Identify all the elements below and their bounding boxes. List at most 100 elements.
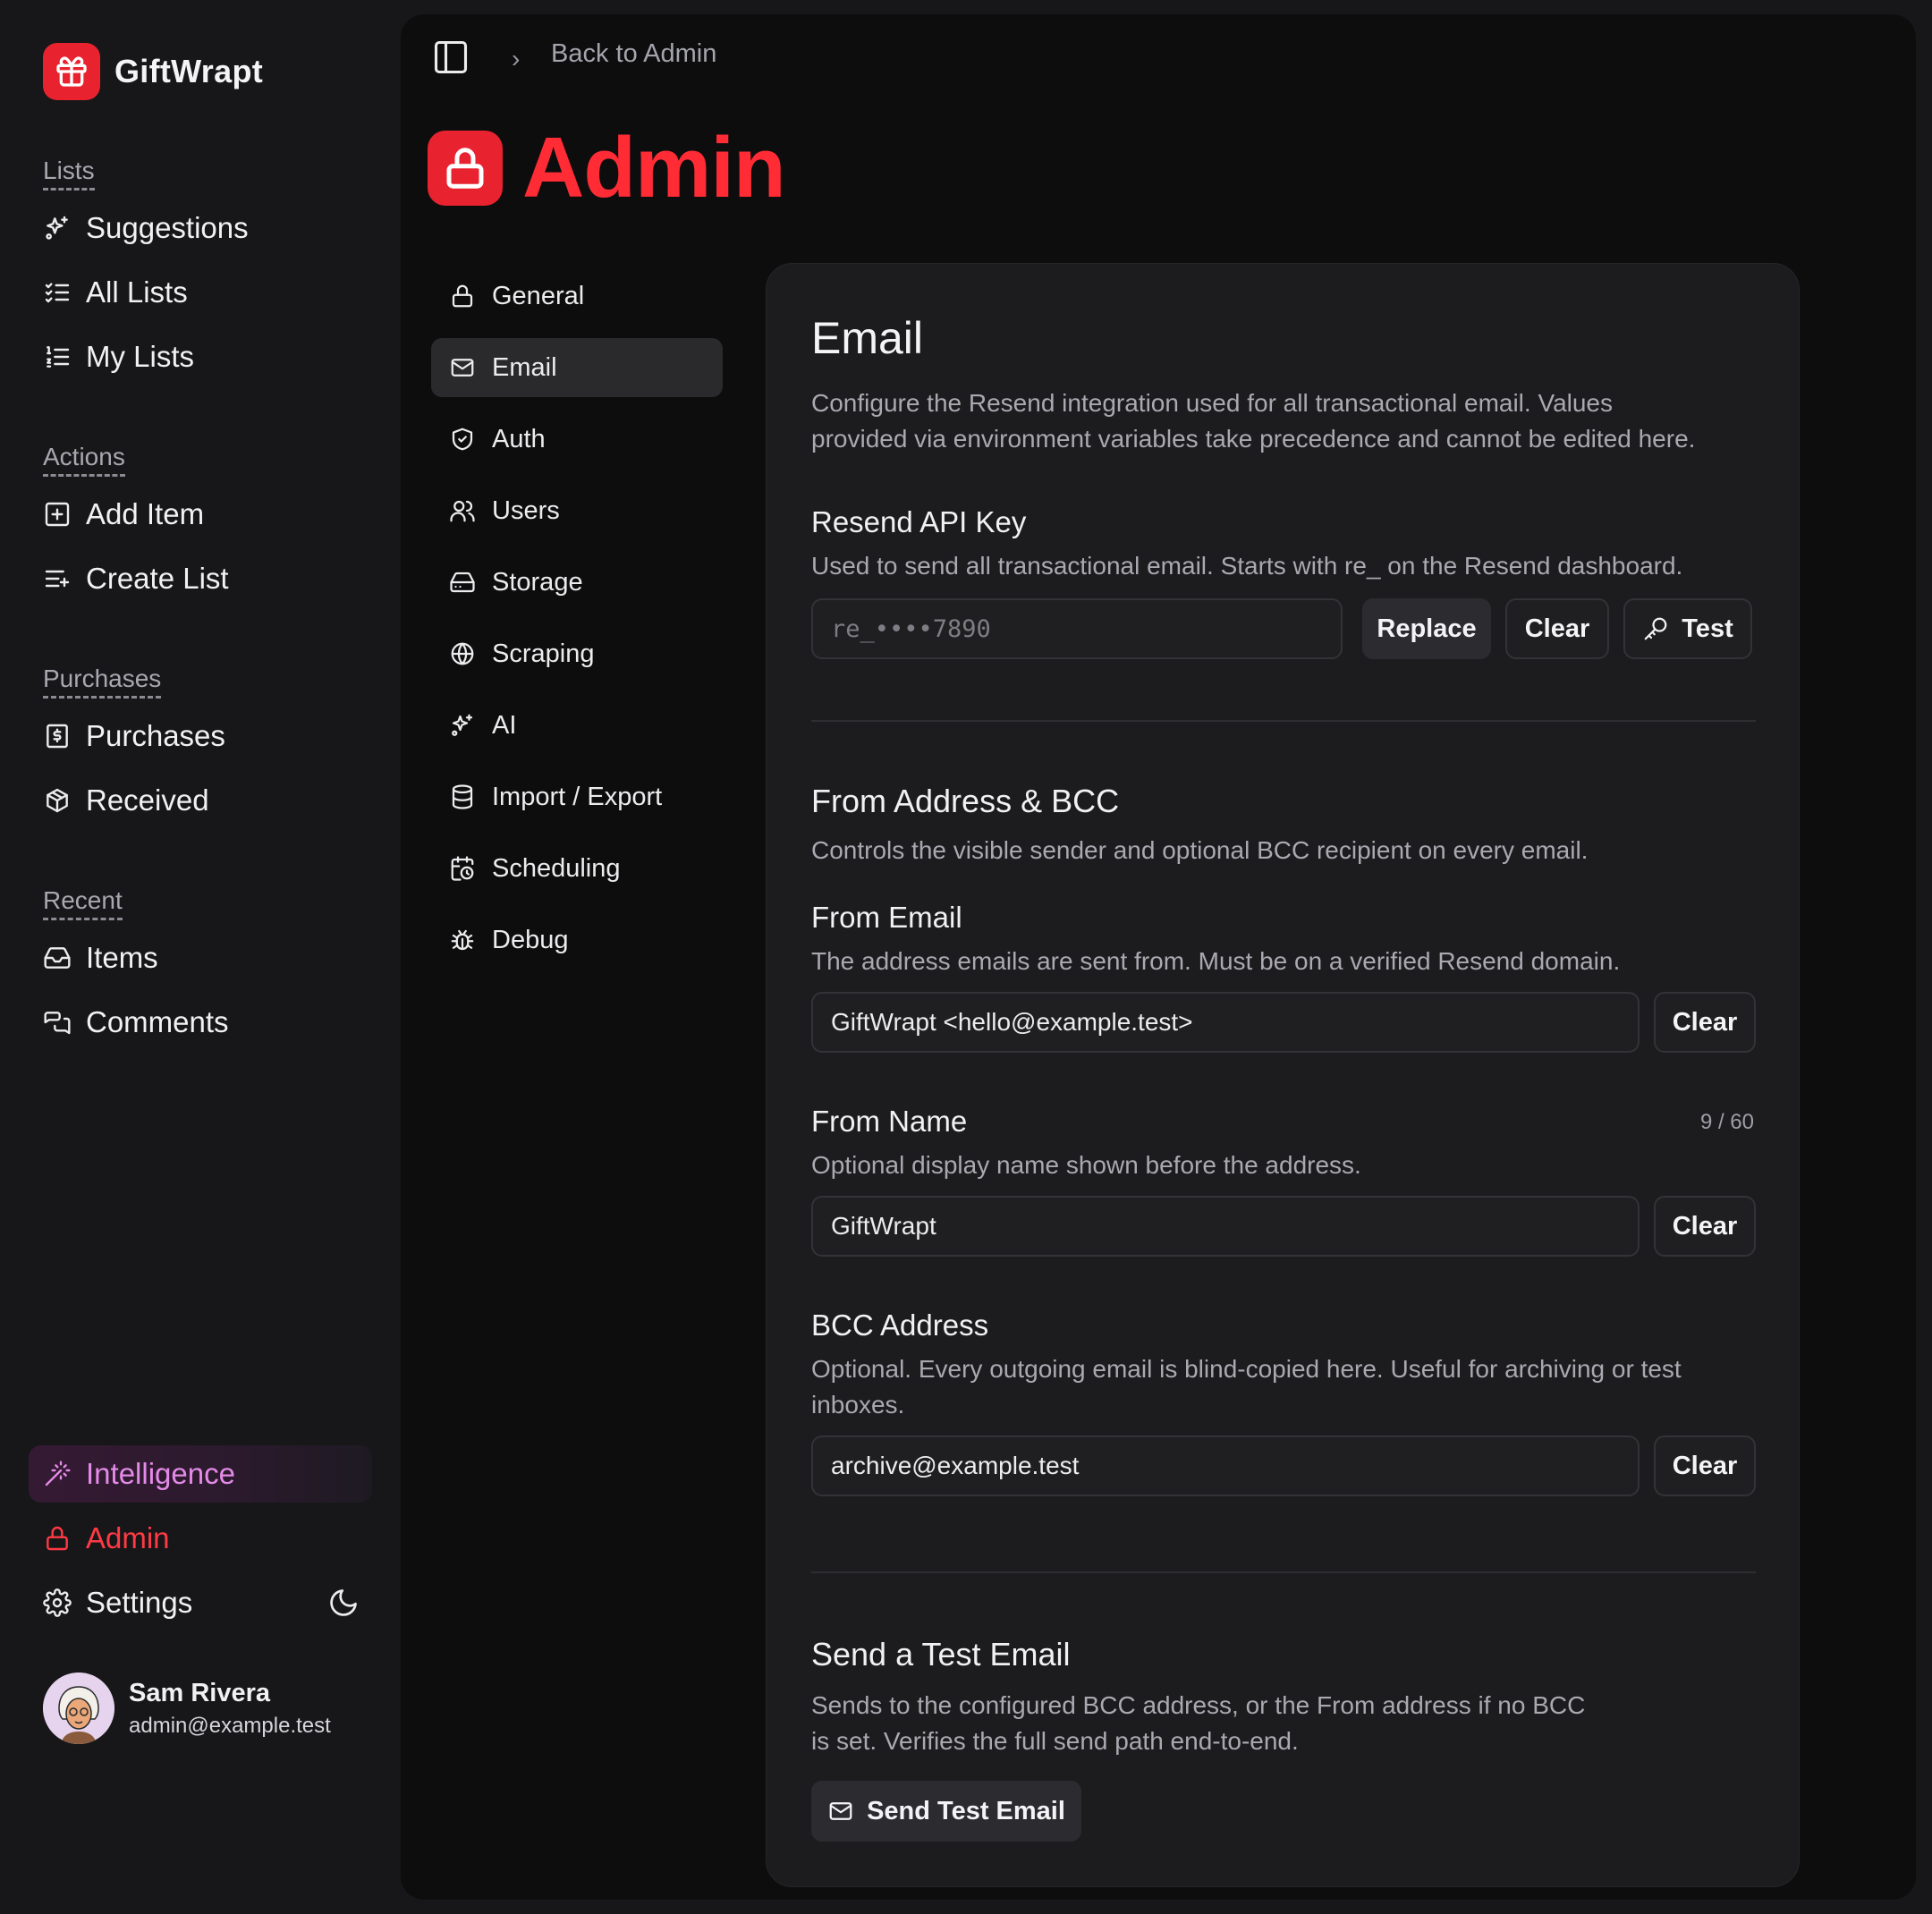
subnav-scraping[interactable]: Scraping (431, 624, 723, 683)
gear-icon (43, 1588, 72, 1617)
card-description-line-2: provided via environment variables take … (811, 425, 1696, 453)
sidebar-item-label: Add Item (86, 497, 205, 530)
sidebar-item-label: Suggestions (86, 211, 249, 244)
card-description-line-1: Configure the Resend integration used fo… (811, 389, 1613, 417)
bcc-label: BCC Address (811, 1308, 989, 1342)
test-email-description-line-1: Sends to the configured BCC address, or … (811, 1691, 1586, 1719)
lock-icon (428, 131, 503, 206)
api-key-input[interactable]: re_••••7890 (811, 598, 1343, 659)
mail-icon (449, 353, 478, 382)
subnav-auth[interactable]: Auth (431, 410, 723, 469)
shield-check-icon (449, 425, 478, 453)
sidebar-item-suggestions[interactable]: Suggestions (43, 205, 249, 251)
from-name-help: Optional display name shown before the a… (811, 1151, 1361, 1179)
from-section-description: Controls the visible sender and optional… (811, 836, 1589, 864)
bug-icon (449, 926, 478, 954)
sparkles-icon (43, 214, 72, 242)
email-settings-card: Email Configure the Resend integration u… (766, 263, 1800, 1887)
subnav-label: Storage (492, 567, 583, 597)
subnav-label: General (492, 281, 585, 310)
sidebar-item-settings[interactable]: Settings (43, 1579, 192, 1626)
list-plus-icon (43, 564, 72, 593)
from-email-help: The address emails are sent from. Must b… (811, 947, 1621, 975)
sidebar-item-create-list[interactable]: Create List (43, 555, 229, 602)
bcc-help-line-2: inboxes. (811, 1391, 905, 1419)
from-email-input[interactable]: GiftWrapt <hello@example.test> (811, 992, 1640, 1053)
subnav-debug[interactable]: Debug (431, 910, 723, 970)
replace-button[interactable]: Replace (1362, 598, 1491, 659)
test-email-title: Send a Test Email (811, 1636, 1071, 1673)
receipt-icon (43, 722, 72, 750)
subnav-label: Email (492, 352, 557, 382)
sidebar-item-intelligence[interactable]: Intelligence (43, 1451, 235, 1497)
subnav-label: Import / Export (492, 782, 663, 811)
package-icon (43, 786, 72, 815)
clear-bcc-button[interactable]: Clear (1654, 1436, 1756, 1496)
subnav-label: Scraping (492, 639, 595, 668)
subnav-ai[interactable]: AI (431, 696, 723, 755)
database-icon (449, 783, 478, 811)
sidebar-item-add-item[interactable]: Add Item (43, 491, 204, 538)
sidebar-item-all-lists[interactable]: All Lists (43, 269, 188, 316)
subnav-label: Auth (492, 424, 546, 453)
subnav-users[interactable]: Users (431, 481, 723, 540)
calendar-clock-icon (449, 854, 478, 883)
app-name: GiftWrapt (114, 53, 264, 89)
subnav-label: Debug (492, 925, 569, 954)
sidebar-item-label: Create List (86, 562, 229, 595)
section-heading-actions: Actions (43, 442, 125, 477)
list-checks-icon (43, 278, 72, 307)
sidebar-item-my-lists[interactable]: My Lists (43, 334, 194, 380)
sidebar-item-received[interactable]: Received (43, 777, 209, 824)
subnav-scheduling[interactable]: Scheduling (431, 839, 723, 898)
clear-api-key-button[interactable]: Clear (1505, 598, 1609, 659)
avatar (43, 1673, 114, 1744)
subnav-import-export[interactable]: Import / Export (431, 767, 723, 826)
sidebar-item-label: All Lists (86, 275, 188, 309)
user-email: admin@example.test (129, 1713, 331, 1738)
subnav-email[interactable]: Email (431, 338, 723, 397)
clear-from-email-button[interactable]: Clear (1654, 992, 1756, 1053)
brand[interactable]: GiftWrapt (43, 43, 263, 100)
page-title: Admin (522, 120, 786, 216)
api-key-label: Resend API Key (811, 505, 1027, 538)
from-email-label: From Email (811, 901, 962, 934)
main-panel: › Back to Admin Admin General Email Auth… (401, 14, 1916, 1900)
test-email-description-line-2: is set. Verifies the full send path end-… (811, 1727, 1299, 1755)
sidebar-item-items[interactable]: Items (43, 935, 158, 981)
send-test-email-button[interactable]: Send Test Email (811, 1781, 1081, 1842)
sidebar-item-label: Intelligence (86, 1457, 235, 1490)
theme-toggle-moon-icon[interactable] (327, 1587, 360, 1619)
sidebar-item-label: Admin (86, 1521, 170, 1554)
section-divider (811, 720, 1756, 722)
from-section-title: From Address & BCC (811, 783, 1120, 819)
subnav-label: AI (492, 710, 517, 740)
character-counter: 9 / 60 (1699, 1110, 1754, 1134)
clear-from-name-button[interactable]: Clear (1654, 1196, 1756, 1257)
sidebar-item-comments[interactable]: Comments (43, 999, 229, 1046)
api-key-help: Used to send all transactional email. St… (811, 552, 1683, 580)
subnav-storage[interactable]: Storage (431, 553, 723, 612)
app-sidebar: GiftWrapt Lists Suggestions All Lists My… (0, 0, 398, 1914)
sidebar-item-label: Comments (86, 1005, 229, 1038)
lock-icon (449, 282, 478, 310)
from-name-input[interactable]: GiftWrapt (811, 1196, 1640, 1257)
section-heading-lists: Lists (43, 156, 95, 191)
sidebar-toggle-icon[interactable] (431, 38, 470, 77)
sidebar-item-label: Purchases (86, 719, 225, 752)
list-ordered-icon (43, 343, 72, 371)
sidebar-item-admin[interactable]: Admin (43, 1515, 170, 1562)
subnav-general[interactable]: General (431, 267, 723, 326)
wand-icon (43, 1460, 72, 1488)
sidebar-item-label: Items (86, 941, 158, 974)
user-profile[interactable]: Sam Rivera admin@example.test (43, 1673, 331, 1744)
subnav-label: Scheduling (492, 853, 621, 883)
sidebar-item-label: Settings (86, 1586, 193, 1619)
bcc-input[interactable]: archive@example.test (811, 1436, 1640, 1496)
sidebar-item-purchases[interactable]: Purchases (43, 713, 225, 759)
test-api-key-button[interactable]: Test (1623, 598, 1752, 659)
key-icon (1644, 617, 1667, 640)
hard-drive-icon (449, 568, 478, 597)
breadcrumb-back-to-admin[interactable]: Back to Admin (551, 39, 716, 69)
square-plus-icon (43, 500, 72, 529)
